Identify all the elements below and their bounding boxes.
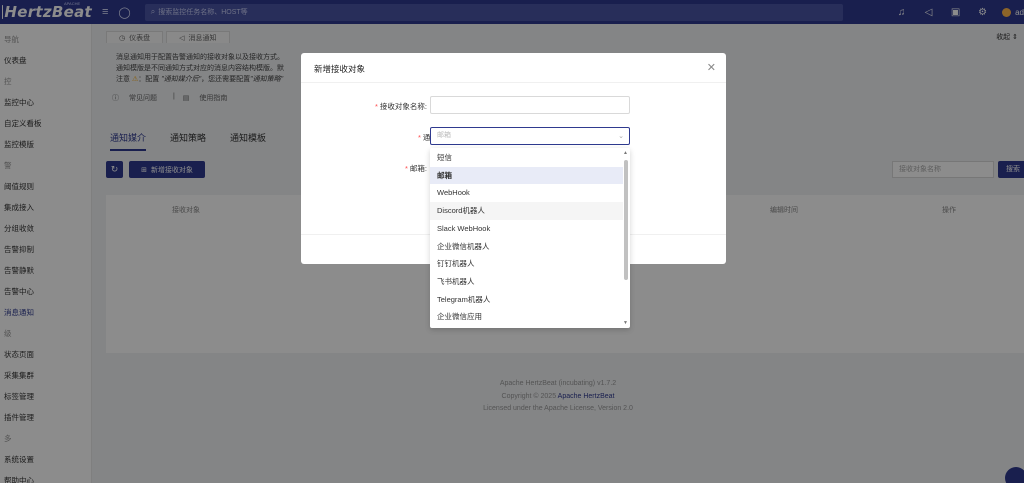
modal-title: 新增接收对象 — [314, 64, 366, 74]
dropdown-option[interactable]: WebHook — [430, 184, 623, 202]
notify-method-value: 邮箱 — [437, 132, 451, 139]
email-label-text: 邮箱 — [409, 164, 425, 173]
scroll-up-icon[interactable]: ▲ — [623, 150, 628, 156]
dropdown-scrollbar[interactable] — [624, 160, 628, 280]
dropdown-option[interactable]: Discord机器人 — [430, 202, 623, 220]
notify-method-dropdown: ▲ ▼ 短信 邮箱 WebHook Discord机器人 Slack WebHook 企业… — [430, 148, 630, 328]
dropdown-option[interactable]: 企业微信应用 — [430, 308, 623, 326]
email-label: * 邮箱: — [404, 164, 427, 173]
receiver-name-label: * 接收对象名称: — [374, 102, 427, 111]
receiver-name-label-text: 接收对象名称 — [379, 102, 425, 111]
close-icon[interactable]: ✕ — [707, 61, 716, 74]
modal-header: 新增接收对象 ✕ — [301, 53, 726, 83]
scroll-down-icon[interactable]: ▼ — [623, 320, 628, 326]
chevron-down-icon: ⌄ — [618, 133, 624, 140]
dropdown-option[interactable]: 钉钉机器人 — [430, 255, 623, 273]
receiver-name-input[interactable] — [430, 96, 630, 114]
dropdown-option[interactable]: 邮箱 — [430, 166, 623, 185]
dropdown-option[interactable]: 短信 — [430, 149, 623, 167]
required-mark: * — [374, 102, 378, 111]
dropdown-option[interactable]: Slack WebHook — [430, 220, 623, 238]
required-mark: * — [404, 164, 408, 173]
required-mark: * — [417, 133, 421, 142]
dropdown-option[interactable]: 企业微信机器人 — [430, 238, 623, 256]
dropdown-option[interactable]: 飞书机器人 — [430, 273, 623, 291]
notify-method-select[interactable]: 邮箱 ⌄ — [430, 127, 630, 145]
dropdown-option[interactable]: Telegram机器人 — [430, 291, 623, 309]
